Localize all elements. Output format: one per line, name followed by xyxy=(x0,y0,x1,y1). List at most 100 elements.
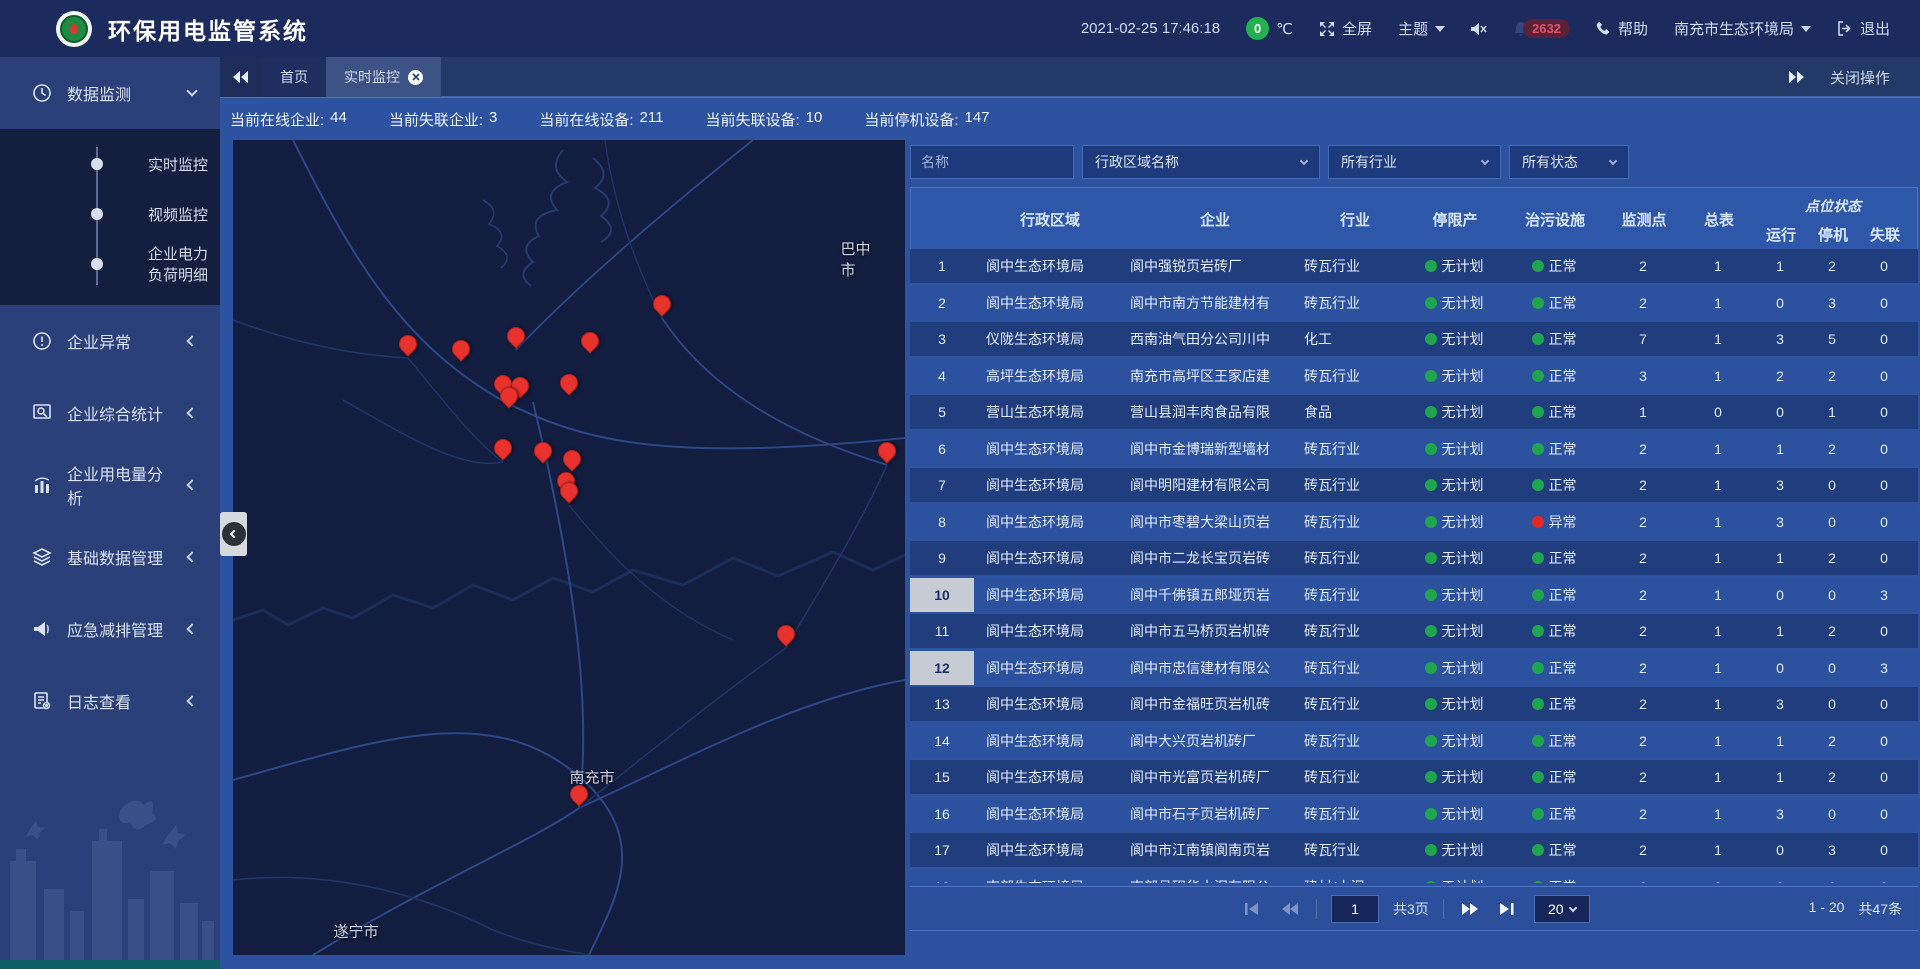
sidebar-item-enterprise-statistics[interactable]: 企业综合统计 xyxy=(0,377,220,449)
table-row[interactable]: 3 仪陇生态环境局 西南油气田分公司川中 化工 无计划 正常 7 1 3 5 0 xyxy=(910,322,1918,356)
table-row[interactable]: 10 阆中生态环境局 阆中千佛镇五郎垭页岩 砖瓦行业 无计划 正常 2 1 0 … xyxy=(910,578,1918,612)
region-select[interactable]: 行政区域名称 xyxy=(1082,145,1320,179)
table-row[interactable]: 1 阆中生态环境局 阆中强锐页岩砖厂 砖瓦行业 无计划 正常 2 1 1 2 0 xyxy=(910,249,1918,283)
cell-running-count: 1 xyxy=(1754,541,1806,575)
cell-lost-count: 0 xyxy=(1858,505,1910,539)
last-page-button[interactable] xyxy=(1496,897,1520,921)
cell-monitor-count: 2 xyxy=(1604,432,1682,466)
tab-home[interactable]: 首页 xyxy=(262,57,326,97)
sidebar-item-emergency-reduction[interactable]: 应急减排管理 xyxy=(0,593,220,665)
clock-icon xyxy=(32,83,52,103)
cell-facility-status: 正常 xyxy=(1504,249,1604,283)
page-size-select[interactable]: 20 xyxy=(1534,895,1590,923)
temperature-indicator: 0 ℃ xyxy=(1246,17,1293,40)
cell-industry: 砖瓦行业 xyxy=(1304,249,1404,283)
status-select[interactable]: 所有状态 xyxy=(1509,145,1629,179)
cell-running-count: 0 xyxy=(1754,651,1806,685)
help-button[interactable]: 帮助 xyxy=(1596,18,1648,39)
table-row[interactable]: 7 阆中生态环境局 阆中明阳建材有限公司 砖瓦行业 无计划 正常 2 1 3 0… xyxy=(910,468,1918,502)
cell-stopped-count: 0 xyxy=(1806,687,1858,721)
industry-select[interactable]: 所有行业 xyxy=(1328,145,1501,179)
cell-region: 阆中生态环境局 xyxy=(974,468,1124,502)
cell-stopped-count: 3 xyxy=(1806,286,1858,320)
next-page-button[interactable] xyxy=(1458,897,1482,921)
cell-limit-status: 无计划 xyxy=(1404,687,1504,721)
cell-running-count: 3 xyxy=(1754,797,1806,831)
table-row[interactable]: 6 阆中生态环境局 阆中市金博瑞新型墙材 砖瓦行业 无计划 正常 2 1 1 2… xyxy=(910,432,1918,466)
cell-stopped-count: 2 xyxy=(1806,724,1858,758)
table-row[interactable]: 16 阆中生态环境局 阆中市石子页岩机砖厂 砖瓦行业 无计划 正常 2 1 3 … xyxy=(910,797,1918,831)
sidebar-item-log-view[interactable]: 日志查看 xyxy=(0,665,220,737)
previous-page-button[interactable] xyxy=(1278,897,1302,921)
cell-limit-status: 无计划 xyxy=(1404,249,1504,283)
table-row[interactable]: 11 阆中生态环境局 阆中市五马桥页岩机砖 砖瓦行业 无计划 正常 2 1 1 … xyxy=(910,614,1918,648)
stat-item: 当前失联设备: 10 xyxy=(705,109,822,130)
table-row[interactable]: 15 阆中生态环境局 阆中市光富页岩机砖厂 砖瓦行业 无计划 正常 2 1 1 … xyxy=(910,760,1918,794)
user-dropdown[interactable]: 南充市生态环境局 xyxy=(1674,18,1811,39)
enterprise-panel: 行政区域名称 所有行业 所有状态 行政区域 企业 行业 停限产 治污设施 监测点… xyxy=(910,145,1918,931)
cell-facility-status: 正常 xyxy=(1504,322,1604,356)
table-row[interactable]: 17 阆中生态环境局 阆中市江南镇阆南页岩 砖瓦行业 无计划 正常 2 1 0 … xyxy=(910,833,1918,867)
status-dot xyxy=(1425,260,1437,272)
sidebar-item-data-monitoring[interactable]: 数据监测 xyxy=(0,57,220,129)
cell-running-count: 3 xyxy=(1754,468,1806,502)
map-canvas[interactable]: 巴中市 南充市 遂宁市 xyxy=(233,140,905,955)
table-row[interactable]: 2 阆中生态环境局 阆中市南方节能建材有 砖瓦行业 无计划 正常 2 1 0 3… xyxy=(910,286,1918,320)
table-row[interactable]: 18 南部生态环境局 南部县砚华水泥有限公 建材(水泥 无计划 正常 6 0 0… xyxy=(910,870,1918,884)
cell-industry: 化工 xyxy=(1304,322,1404,356)
table-row[interactable]: 5 营山生态环境局 营山县润丰肉食品有限 食品 无计划 正常 1 0 0 1 0 xyxy=(910,395,1918,429)
cell-meter-count: 0 xyxy=(1682,870,1754,884)
cell-meter-count: 1 xyxy=(1682,432,1754,466)
cell-monitor-count: 6 xyxy=(1604,870,1682,884)
table-row[interactable]: 8 阆中生态环境局 阆中市枣碧大梁山页岩 砖瓦行业 无计划 异常 2 1 3 0… xyxy=(910,505,1918,539)
fullscreen-icon xyxy=(1319,21,1335,37)
cell-monitor-count: 2 xyxy=(1604,797,1682,831)
status-dot xyxy=(1425,698,1437,710)
cell-meter-count: 1 xyxy=(1682,760,1754,794)
cell-stopped-count: 5 xyxy=(1806,322,1858,356)
cell-meter-count: 1 xyxy=(1682,578,1754,612)
table-row[interactable]: 12 阆中生态环境局 阆中市忠信建材有限公 砖瓦行业 无计划 正常 2 1 0 … xyxy=(910,651,1918,685)
table-row[interactable]: 14 阆中生态环境局 阆中大兴页岩机砖厂 砖瓦行业 无计划 正常 2 1 1 2… xyxy=(910,724,1918,758)
logout-button[interactable]: 退出 xyxy=(1837,18,1890,39)
cell-region: 阆中生态环境局 xyxy=(974,249,1124,283)
page-number-input[interactable] xyxy=(1331,895,1379,923)
sidebar-item-power-load-detail[interactable]: 企业电力负荷明细 xyxy=(0,239,220,289)
sidebar-item-label: 数据监测 xyxy=(67,81,173,105)
cell-monitor-count: 2 xyxy=(1604,578,1682,612)
cell-running-count: 3 xyxy=(1754,505,1806,539)
cell-meter-count: 1 xyxy=(1682,468,1754,502)
tab-close-icon[interactable] xyxy=(408,70,423,85)
sidebar-item-basic-data[interactable]: 基础数据管理 xyxy=(0,521,220,593)
chevron-down-icon xyxy=(1801,26,1811,32)
cell-lost-count: 3 xyxy=(1858,578,1910,612)
close-operations-dropdown[interactable]: 关闭操作 xyxy=(1788,57,1920,97)
sidebar-item-power-analysis[interactable]: 企业用电量分析 xyxy=(0,449,220,521)
notifications-button[interactable]: 2632 xyxy=(1513,19,1570,38)
city-skyline-decoration xyxy=(0,771,220,961)
cell-region: 南部生态环境局 xyxy=(974,870,1124,884)
fullscreen-button[interactable]: 全屏 xyxy=(1319,18,1372,39)
name-search-input[interactable] xyxy=(910,145,1074,179)
column-header-monitor: 监测点 xyxy=(1605,188,1683,250)
table-row[interactable]: 4 高坪生态环境局 南充市高坪区王家店建 砖瓦行业 无计划 正常 3 1 2 2… xyxy=(910,359,1918,393)
cell-region: 阆中生态环境局 xyxy=(974,541,1124,575)
theme-dropdown[interactable]: 主题 xyxy=(1398,18,1445,39)
row-index: 8 xyxy=(910,505,974,539)
sidebar-item-realtime-monitoring[interactable]: 实时监控 xyxy=(0,139,220,189)
first-page-button[interactable] xyxy=(1240,897,1264,921)
sidebar-item-enterprise-abnormal[interactable]: 企业异常 xyxy=(0,305,220,377)
tab-scroll-left-button[interactable] xyxy=(220,57,262,97)
map-city-label: 遂宁市 xyxy=(333,921,378,942)
layers-icon xyxy=(32,547,52,567)
mute-button[interactable] xyxy=(1471,22,1487,36)
table-row[interactable]: 9 阆中生态环境局 阆中市二龙长宝页岩砖 砖瓦行业 无计划 正常 2 1 1 2… xyxy=(910,541,1918,575)
panel-collapse-handle[interactable] xyxy=(220,512,247,556)
table-row[interactable]: 13 阆中生态环境局 阆中市金福旺页岩机砖 砖瓦行业 无计划 正常 2 1 3 … xyxy=(910,687,1918,721)
status-dot xyxy=(1425,443,1437,455)
status-dot xyxy=(1532,516,1544,528)
status-dot xyxy=(1532,662,1544,674)
cell-region: 阆中生态环境局 xyxy=(974,760,1124,794)
tab-realtime-monitoring[interactable]: 实时监控 xyxy=(326,57,441,97)
sidebar-item-video-monitoring[interactable]: 视频监控 xyxy=(0,189,220,239)
